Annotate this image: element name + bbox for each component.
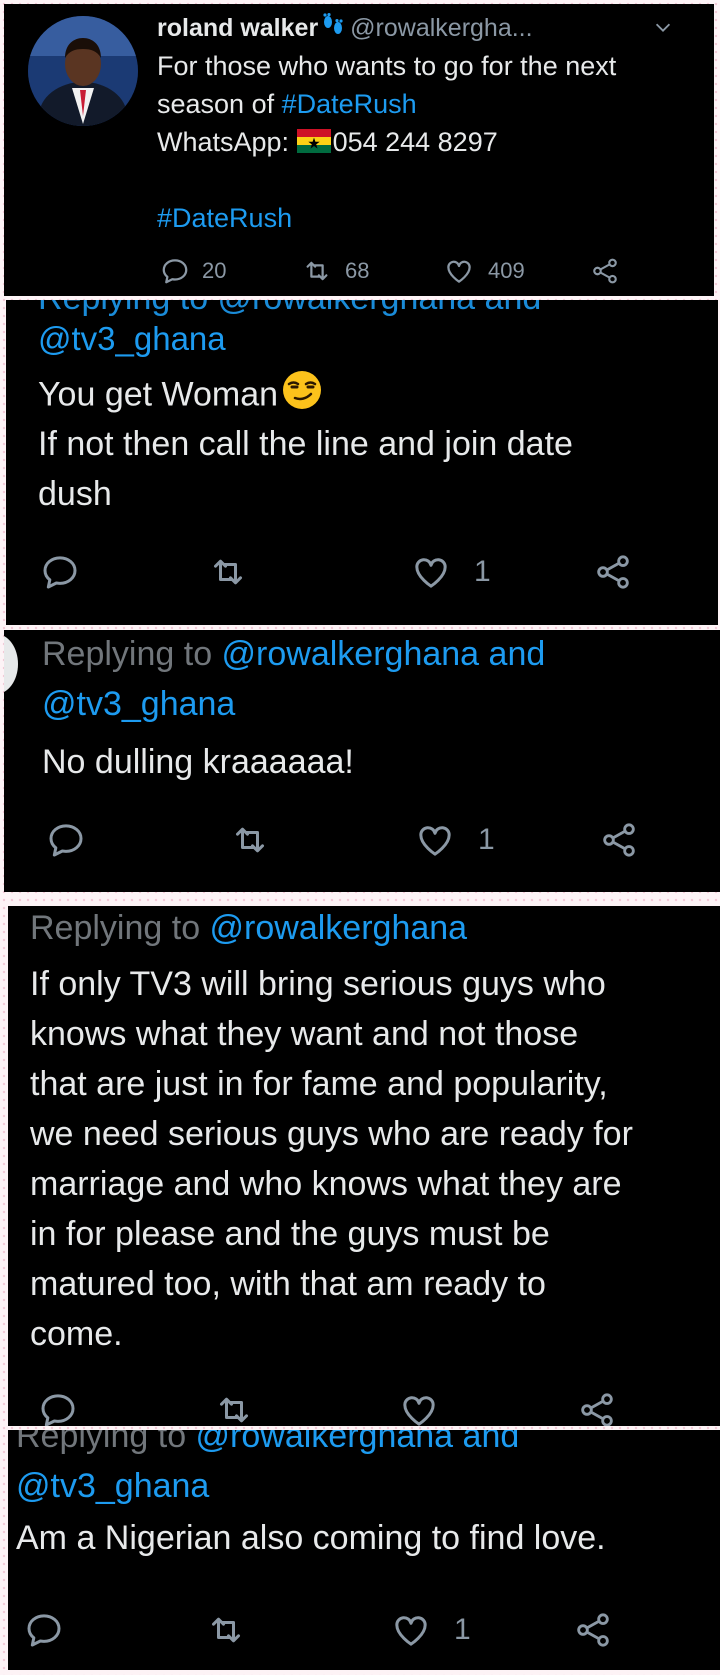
chevron-down-icon[interactable] bbox=[652, 16, 674, 43]
tweet-text-segment: WhatsApp: bbox=[157, 127, 297, 157]
share-button[interactable] bbox=[592, 552, 634, 592]
retweet-button[interactable] bbox=[204, 1610, 248, 1650]
tweet-text-segment: You get Woman bbox=[38, 375, 279, 414]
mention-link[interactable]: @rowalkerghana and bbox=[222, 635, 546, 673]
replying-to-label: Replying to bbox=[30, 909, 210, 947]
hashtag-link[interactable]: #DateRush bbox=[157, 200, 292, 236]
phone-number: 054 244 8297 bbox=[332, 127, 498, 157]
retweet-button[interactable] bbox=[212, 1390, 256, 1426]
mention-link[interactable]: @rowalkerghana and bbox=[196, 1430, 520, 1455]
display-name[interactable]: roland walker bbox=[157, 14, 318, 42]
tweet-card-1[interactable]: roland walker @rowalkergha... For those … bbox=[4, 4, 714, 296]
avatar[interactable] bbox=[28, 16, 138, 126]
tweet-text-line: come. bbox=[30, 1315, 123, 1353]
footprints-emoji-icon bbox=[320, 11, 346, 47]
tweet-text-segment: season of bbox=[157, 89, 282, 119]
tweet-text-line: in for please and the guys must be bbox=[30, 1215, 550, 1253]
reply-icon bbox=[46, 820, 86, 860]
tweet-card-3[interactable]: Replying to @rowalkerghana and @tv3_ghan… bbox=[4, 630, 720, 892]
replying-to-label: Replying to bbox=[42, 635, 222, 673]
tweet-card-2[interactable]: Replying to @rowalkerghana and @tv3_ghan… bbox=[6, 300, 718, 625]
mention-link[interactable]: @rowalkerghana bbox=[210, 909, 468, 947]
heart-icon bbox=[390, 1610, 432, 1650]
reply-button[interactable] bbox=[40, 552, 80, 592]
retweet-icon bbox=[204, 1610, 248, 1650]
reply-count: 20 bbox=[202, 258, 227, 283]
share-button[interactable] bbox=[576, 1390, 618, 1426]
retweet-button[interactable]: 68 bbox=[301, 256, 369, 286]
share-icon bbox=[572, 1610, 614, 1650]
user-handle[interactable]: @rowalkergha... bbox=[350, 14, 532, 42]
tweet-text-line: For those who wants to go for the next bbox=[157, 51, 617, 81]
share-icon bbox=[592, 552, 634, 592]
smirking-face-emoji-icon bbox=[280, 370, 324, 423]
share-icon bbox=[576, 1390, 618, 1426]
tweet-text-line: we need serious guys who are ready for bbox=[30, 1115, 633, 1153]
share-button[interactable] bbox=[572, 1610, 614, 1650]
reply-icon bbox=[40, 552, 80, 592]
share-icon bbox=[590, 256, 620, 286]
heart-icon bbox=[398, 1390, 440, 1426]
tweet-text-line: marriage and who knows what they are bbox=[30, 1165, 622, 1203]
tweet-card-4[interactable]: Replying to @rowalkerghana If only TV3 w… bbox=[8, 906, 720, 1426]
mention-link[interactable]: @tv3_ghana bbox=[16, 1464, 209, 1508]
like-button[interactable]: 1 bbox=[414, 820, 495, 860]
tweet-text-line: No dulling kraaaaaa! bbox=[42, 743, 354, 781]
heart-icon bbox=[444, 256, 474, 286]
retweet-button[interactable] bbox=[228, 820, 272, 860]
tweet-text-line: that are just in for fame and popularity… bbox=[30, 1065, 608, 1103]
hashtag-link[interactable]: #DateRush bbox=[282, 89, 417, 119]
tweet-text-line: If not then call the line and join date bbox=[38, 425, 573, 463]
like-button[interactable]: 409 bbox=[444, 256, 525, 286]
retweet-count: 68 bbox=[345, 258, 370, 283]
like-button[interactable] bbox=[398, 1390, 440, 1426]
share-icon bbox=[598, 820, 640, 860]
tweet-text-line: If only TV3 will bring serious guys who bbox=[30, 965, 606, 1003]
reply-button[interactable]: 20 bbox=[160, 256, 226, 286]
share-button[interactable] bbox=[598, 820, 640, 860]
retweet-icon bbox=[228, 820, 272, 860]
ghana-flag-icon bbox=[296, 126, 331, 162]
retweet-icon bbox=[301, 256, 333, 286]
mention-link[interactable]: @tv3_ghana bbox=[38, 318, 226, 360]
like-count: 1 bbox=[478, 823, 495, 856]
reply-button[interactable] bbox=[24, 1610, 64, 1650]
replying-to-cutoff[interactable]: Replying to @rowalkerghana and bbox=[38, 300, 541, 318]
mention-link[interactable]: @tv3_ghana bbox=[42, 682, 235, 726]
reply-icon bbox=[24, 1610, 64, 1650]
heart-icon bbox=[414, 820, 456, 860]
avatar-edge bbox=[4, 634, 18, 694]
like-count: 1 bbox=[474, 555, 491, 588]
reply-button[interactable] bbox=[46, 820, 86, 860]
retweet-button[interactable] bbox=[206, 552, 250, 592]
replying-to-label: Replying to bbox=[16, 1430, 196, 1455]
reply-icon bbox=[160, 256, 190, 286]
like-button[interactable]: 1 bbox=[410, 552, 491, 592]
reply-icon bbox=[38, 1390, 78, 1426]
heart-icon bbox=[410, 552, 452, 592]
like-count: 409 bbox=[488, 258, 525, 283]
tweet-card-5[interactable]: Replying to @rowalkerghana and @tv3_ghan… bbox=[8, 1430, 720, 1670]
tweet-text-line: matured too, with that am ready to bbox=[30, 1265, 546, 1303]
tweet-text-line: knows what they want and not those bbox=[30, 1015, 579, 1053]
tweet-text-line: dush bbox=[38, 475, 112, 513]
like-button[interactable]: 1 bbox=[390, 1610, 471, 1650]
like-count: 1 bbox=[454, 1613, 471, 1646]
tweet-text-line: Am a Nigerian also coming to find love. bbox=[16, 1519, 606, 1557]
share-button[interactable] bbox=[590, 256, 620, 286]
retweet-icon bbox=[206, 552, 250, 592]
reply-button[interactable] bbox=[38, 1390, 78, 1426]
retweet-icon bbox=[212, 1390, 256, 1426]
